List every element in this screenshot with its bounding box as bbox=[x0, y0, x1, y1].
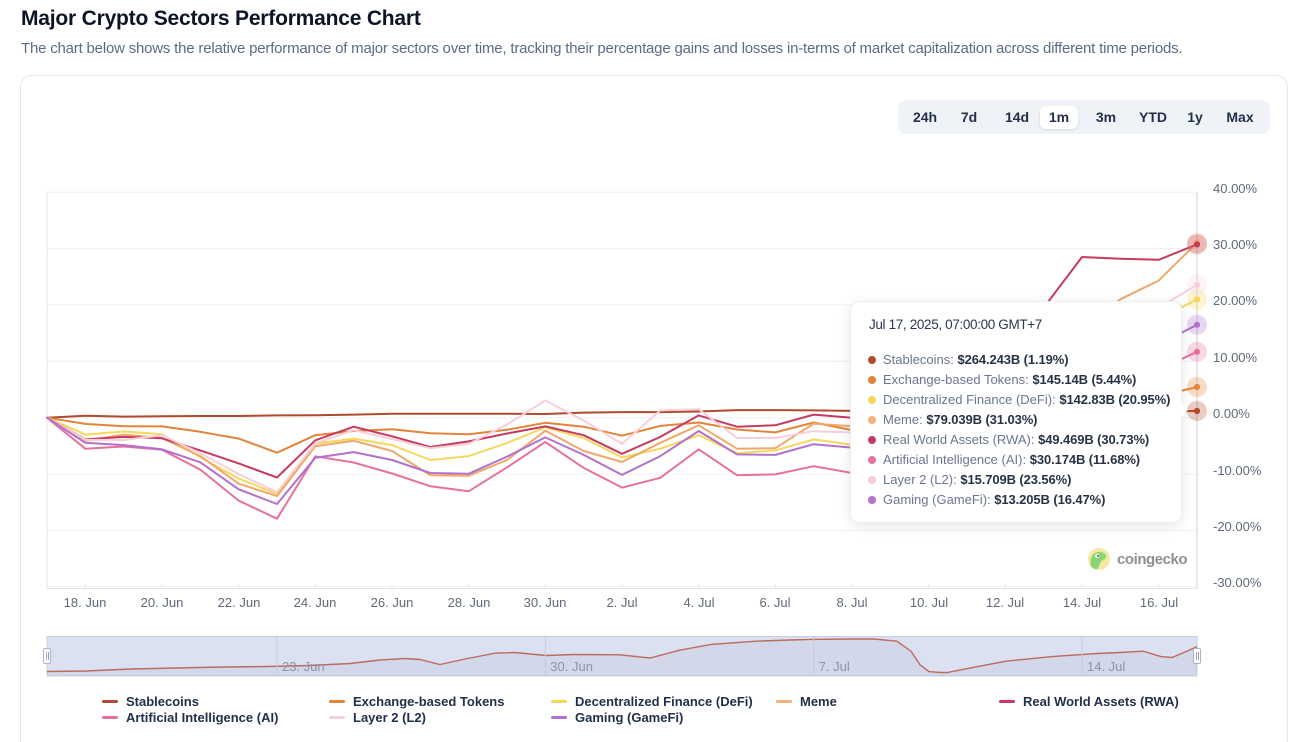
svg-text:30. Jun: 30. Jun bbox=[550, 659, 593, 674]
svg-text:7. Jul: 7. Jul bbox=[819, 659, 850, 674]
svg-text:14. Jul: 14. Jul bbox=[1087, 659, 1125, 674]
svg-text:23. Jun: 23. Jun bbox=[282, 659, 325, 674]
